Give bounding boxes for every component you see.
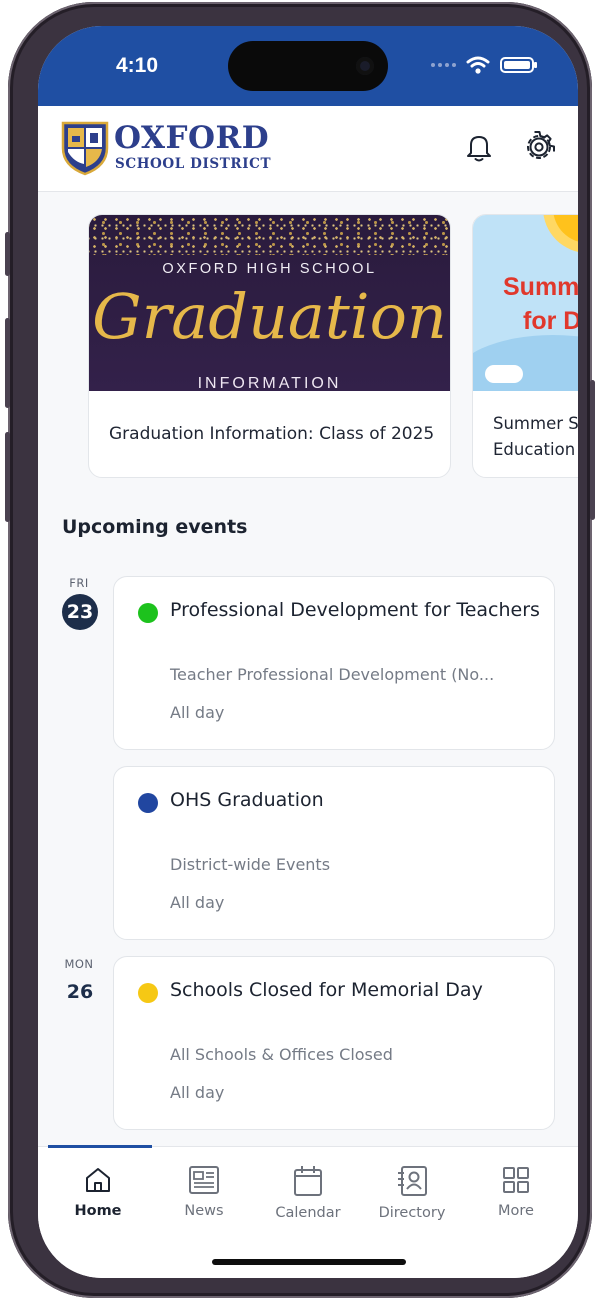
banner-line2: for D (523, 307, 578, 335)
event-color-dot (138, 793, 158, 813)
event-title: Professional Development for Teachers (170, 599, 540, 621)
event-card[interactable]: OHS Graduation District-wide Events All … (113, 766, 555, 940)
event-title: Schools Closed for Memorial Day (170, 979, 483, 1001)
tab-label: Home (74, 1203, 122, 1219)
graduation-banner-image: OXFORD HIGH SCHOOL Graduation INFORMATIO… (89, 215, 450, 391)
status-icons (431, 56, 537, 74)
news-card[interactable]: OXFORD HIGH SCHOOL Graduation INFORMATIO… (88, 214, 451, 478)
tab-news[interactable]: News (152, 1165, 256, 1219)
dynamic-island (228, 41, 388, 91)
news-carousel[interactable]: OXFORD HIGH SCHOOL Graduation INFORMATIO… (38, 192, 578, 492)
event-card[interactable]: Professional Development for Teachers Te… (113, 576, 555, 750)
summer-banner-image: Summ for D (473, 215, 578, 391)
status-time: 4:10 (116, 54, 159, 77)
event-time: All day (170, 703, 225, 722)
event-calendar: District-wide Events (170, 855, 331, 874)
app-header: OXFORD SCHOOL DISTRICT (38, 106, 578, 192)
day-weekday: FRI (69, 576, 89, 590)
wifi-icon (466, 56, 490, 74)
active-tab-indicator (48, 1145, 152, 1148)
grid-icon (503, 1167, 529, 1193)
tab-label: Calendar (275, 1205, 341, 1221)
battery-icon (500, 57, 537, 73)
tab-home[interactable]: Home (46, 1165, 150, 1219)
event-time: All day (170, 1083, 225, 1102)
banner-line1: Summ (503, 273, 578, 301)
tab-directory[interactable]: Directory (360, 1165, 464, 1221)
volume-down-button (5, 432, 10, 522)
power-button (590, 380, 595, 520)
calendar-icon (294, 1166, 322, 1196)
home-indicator[interactable] (212, 1259, 406, 1265)
event-title: OHS Graduation (170, 789, 324, 811)
banner-line1: OXFORD HIGH SCHOOL (162, 261, 377, 277)
volume-up-button (5, 318, 10, 408)
action-button (5, 232, 10, 276)
app-screen: 4:10 OXFORD SCHOOL DISTRICT OXFORD HIGH … (38, 26, 578, 1278)
signal-icon (431, 63, 456, 67)
banner-line2: Graduation (92, 280, 447, 353)
district-crest-icon (61, 121, 109, 176)
tab-label: News (184, 1203, 224, 1219)
news-card[interactable]: Summ for D Summer Se Education (472, 214, 578, 478)
event-calendar: Teacher Professional Development (No... (170, 665, 495, 684)
status-bar: 4:10 (38, 26, 578, 106)
tab-label: More (498, 1203, 534, 1219)
tab-calendar[interactable]: Calendar (256, 1165, 360, 1221)
tab-more[interactable]: More (464, 1165, 568, 1219)
banner-line3: INFORMATION (197, 375, 342, 391)
logo-title: OXFORD (114, 120, 270, 156)
directory-icon (398, 1166, 427, 1196)
home-icon (86, 1168, 110, 1192)
bell-icon[interactable] (462, 130, 496, 164)
news-card-title: Summer Se Education (493, 414, 578, 459)
event-color-dot (138, 603, 158, 623)
event-calendar: All Schools & Offices Closed (170, 1045, 393, 1064)
phone-frame: 4:10 OXFORD SCHOOL DISTRICT OXFORD HIGH … (5, 2, 595, 1298)
day-weekday: MON (64, 957, 94, 971)
event-color-dot (138, 983, 158, 1003)
news-icon (189, 1166, 219, 1194)
news-card-title: Graduation Information: Class of 2025 (109, 424, 435, 444)
section-title: Upcoming events (62, 516, 248, 538)
day-date-badge[interactable]: 23 (62, 594, 98, 630)
event-time: All day (170, 893, 225, 912)
day-date[interactable]: 26 (62, 974, 98, 1010)
event-card[interactable]: Schools Closed for Memorial Day All Scho… (113, 956, 555, 1130)
gear-icon[interactable] (522, 130, 556, 164)
tab-label: Directory (378, 1205, 446, 1221)
camera-icon (356, 57, 374, 75)
logo-subtitle: SCHOOL DISTRICT (115, 156, 272, 172)
